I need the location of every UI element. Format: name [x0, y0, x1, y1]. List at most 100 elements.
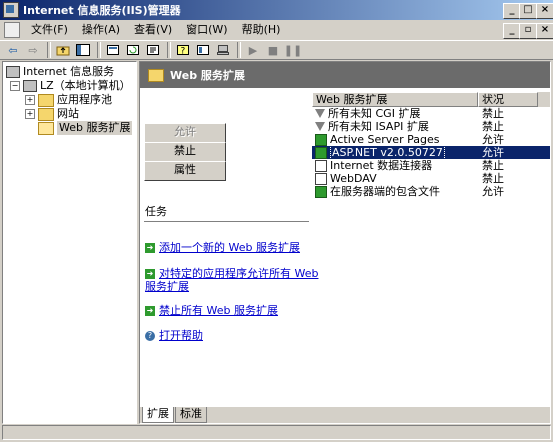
title-bar: Internet 信息服务(IIS)管理器 _ □ ×	[0, 0, 553, 20]
properties-icon[interactable]	[104, 42, 122, 58]
status-bar	[2, 425, 551, 440]
toolbar-separator	[97, 42, 101, 58]
show-tree-icon[interactable]	[74, 42, 92, 58]
list-item-name: 在服务器端的包含文件	[330, 185, 440, 198]
up-folder-icon[interactable]	[54, 42, 72, 58]
help-icon[interactable]: ?	[174, 42, 192, 58]
list-body: 所有未知 CGI 扩展 禁止 所有未知 ISAPI 扩展 禁止 Active Serve…	[312, 107, 550, 198]
back-icon[interactable]: ⇦	[4, 42, 22, 58]
prohibit-all-link[interactable]: ➜ 禁止所有 Web 服务扩展	[145, 304, 278, 317]
menu-action[interactable]: 操作(A)	[75, 21, 127, 39]
iis-icon	[6, 66, 20, 78]
mdi-close-button[interactable]: ×	[536, 23, 553, 39]
pane-header: Web 服务扩展	[140, 62, 550, 88]
tree-computer[interactable]: − LZ（本地计算机）	[10, 79, 131, 93]
allow-button[interactable]: 允许	[144, 123, 226, 143]
arrow-right-icon: ➜	[145, 243, 155, 253]
extensions-list[interactable]: Web 服务扩展 状况 所有未知 CGI 扩展 禁止 所有未知 ISAPI 扩展 禁止…	[312, 92, 550, 198]
export-icon[interactable]	[144, 42, 162, 58]
toolbar: ⇦ ⇨ ? ▶ ■ ❚❚	[0, 40, 553, 60]
tree-pane: Internet 信息服务 − LZ（本地计算机） + 应用程序池 + 网站 W…	[2, 61, 137, 424]
list-item-name: 所有未知 CGI 扩展	[328, 107, 421, 120]
list-item[interactable]: 所有未知 CGI 扩展 禁止	[312, 107, 550, 120]
menu-file[interactable]: 文件(F)	[24, 21, 75, 39]
tree-root[interactable]: Internet 信息服务	[6, 65, 114, 79]
tree-item-app-pools[interactable]: + 应用程序池	[25, 93, 112, 107]
folder-open-icon	[38, 121, 54, 135]
list-header: Web 服务扩展 状况	[312, 92, 550, 107]
expand-icon[interactable]: +	[25, 95, 35, 105]
svg-text:?: ?	[181, 47, 186, 57]
refresh-icon[interactable]	[124, 42, 142, 58]
pane-header-title: Web 服务扩展	[170, 69, 245, 82]
forward-icon[interactable]: ⇨	[24, 42, 42, 58]
tree-root-label: Internet 信息服务	[23, 65, 115, 78]
tasks-divider	[144, 221, 309, 222]
folder-icon	[38, 93, 54, 107]
column-header-name[interactable]: Web 服务扩展	[312, 92, 478, 107]
stop-icon[interactable]: ■	[264, 42, 282, 58]
collapse-icon[interactable]: −	[10, 81, 20, 91]
list-item[interactable]: Internet 数据连接器 禁止	[312, 159, 550, 172]
arrow-right-icon: ➜	[145, 269, 155, 279]
toolbar-separator	[47, 42, 51, 58]
document-icon[interactable]	[4, 22, 20, 38]
filter-icon	[315, 108, 325, 119]
list-item-name: 所有未知 ISAPI 扩展	[328, 120, 429, 133]
list-item-status: 禁止	[482, 120, 504, 133]
list-item[interactable]: WebDAV 禁止	[312, 172, 550, 185]
list-item-name: WebDAV	[330, 172, 377, 185]
list-item-status: 允许	[482, 146, 504, 159]
column-header-status[interactable]: 状况	[478, 92, 538, 107]
properties-button[interactable]: 属性	[144, 161, 226, 181]
extension-icon	[315, 159, 327, 172]
folder-icon	[38, 107, 54, 121]
list-item-status: 允许	[482, 133, 504, 146]
computer-icon[interactable]	[214, 42, 232, 58]
list-item-name: Internet 数据连接器	[330, 159, 433, 172]
close-button[interactable]: ×	[536, 3, 553, 19]
list-item-name: ASP.NET v2.0.50727	[330, 145, 445, 160]
extension-icon	[315, 172, 327, 185]
pause-icon[interactable]: ❚❚	[284, 42, 302, 58]
prohibit-button[interactable]: 禁止	[144, 142, 226, 162]
iis-app-icon	[3, 2, 19, 18]
snap-in-icon[interactable]	[194, 42, 212, 58]
list-item[interactable]: 所有未知 ISAPI 扩展 禁止	[312, 120, 550, 133]
filter-icon	[315, 121, 325, 132]
list-item[interactable]: 在服务器端的包含文件 允许	[312, 185, 550, 198]
toolbar-separator	[167, 42, 171, 58]
extension-allowed-icon	[315, 133, 327, 146]
tree-item-label: Web 服务扩展	[57, 121, 133, 135]
menu-help[interactable]: 帮助(H)	[235, 21, 288, 39]
maximize-button[interactable]: □	[519, 3, 537, 19]
list-item-status: 允许	[482, 185, 504, 198]
list-item[interactable]: ASP.NET v2.0.50727 允许	[312, 145, 550, 160]
menu-window[interactable]: 窗口(W)	[179, 21, 234, 39]
help-icon: ?	[145, 331, 155, 341]
mdi-restore-button[interactable]: ▫	[519, 23, 537, 39]
open-help-link[interactable]: ? 打开帮助	[145, 329, 203, 342]
tree-item-web-service-extensions[interactable]: Web 服务扩展	[38, 121, 133, 135]
folder-icon	[148, 68, 164, 82]
tab-extended[interactable]: 扩展	[142, 407, 174, 423]
toolbar-separator	[237, 42, 241, 58]
tree-computer-label: LZ（本地计算机）	[40, 79, 131, 92]
play-icon[interactable]: ▶	[244, 42, 262, 58]
tasks-heading: 任务	[145, 205, 167, 218]
window-title: Internet 信息服务(IIS)管理器	[23, 4, 181, 17]
computer-icon	[23, 80, 37, 92]
extension-allowed-icon	[315, 185, 327, 198]
tree-item-label: 网站	[57, 107, 79, 120]
tree-item-websites[interactable]: + 网站	[25, 107, 79, 121]
allow-all-for-app-link[interactable]: ➜ 对特定的应用程序允许所有 Web 服务扩展	[145, 267, 318, 293]
list-item-status: 禁止	[482, 172, 504, 185]
expand-icon[interactable]: +	[25, 109, 35, 119]
menu-bar: 文件(F) 操作(A) 查看(V) 窗口(W) 帮助(H)	[0, 20, 553, 40]
extension-allowed-icon	[315, 146, 327, 159]
tree-item-label: 应用程序池	[57, 93, 112, 106]
details-pane: Web 服务扩展 允许 禁止 属性 任务 ➜ 添加一个新的 Web 服务扩展 ➜ 对…	[139, 61, 551, 424]
menu-view[interactable]: 查看(V)	[127, 21, 179, 39]
tab-standard[interactable]: 标准	[175, 407, 207, 423]
add-extension-link[interactable]: ➜ 添加一个新的 Web 服务扩展	[145, 241, 300, 254]
